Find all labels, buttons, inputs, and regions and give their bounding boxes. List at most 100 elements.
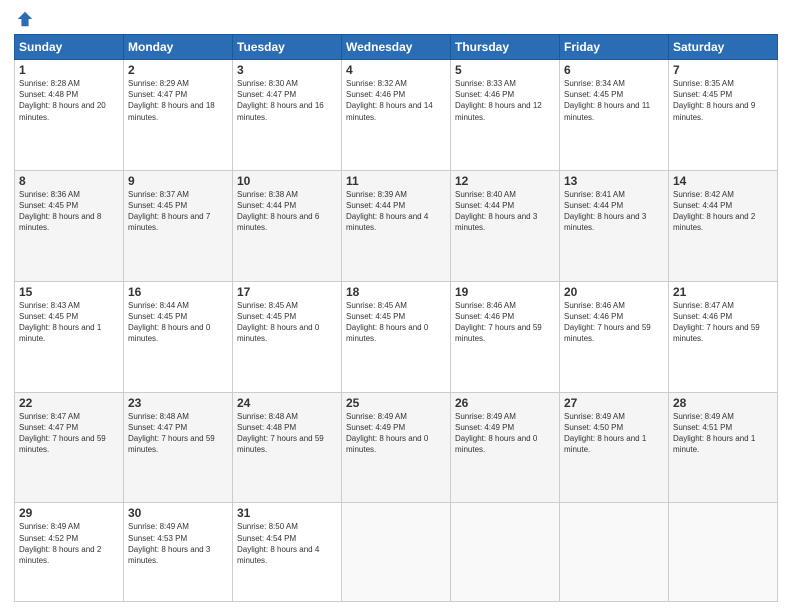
day-info: Sunrise: 8:29 AMSunset: 4:47 PMDaylight:… (128, 79, 215, 122)
calendar-cell: 6 Sunrise: 8:34 AMSunset: 4:45 PMDayligh… (560, 60, 669, 171)
day-number: 21 (673, 285, 773, 299)
day-info: Sunrise: 8:45 AMSunset: 4:45 PMDaylight:… (346, 301, 428, 344)
day-info: Sunrise: 8:39 AMSunset: 4:44 PMDaylight:… (346, 190, 428, 233)
day-number: 20 (564, 285, 664, 299)
col-saturday: Saturday (669, 35, 778, 60)
col-friday: Friday (560, 35, 669, 60)
day-info: Sunrise: 8:49 AMSunset: 4:52 PMDaylight:… (19, 522, 101, 565)
calendar-week-4: 22 Sunrise: 8:47 AMSunset: 4:47 PMDaylig… (15, 392, 778, 503)
day-info: Sunrise: 8:42 AMSunset: 4:44 PMDaylight:… (673, 190, 755, 233)
day-info: Sunrise: 8:47 AMSunset: 4:46 PMDaylight:… (673, 301, 760, 344)
calendar-cell: 10 Sunrise: 8:38 AMSunset: 4:44 PMDaylig… (233, 170, 342, 281)
day-info: Sunrise: 8:44 AMSunset: 4:45 PMDaylight:… (128, 301, 210, 344)
calendar-table: Sunday Monday Tuesday Wednesday Thursday… (14, 34, 778, 602)
calendar-cell: 28 Sunrise: 8:49 AMSunset: 4:51 PMDaylig… (669, 392, 778, 503)
day-number: 10 (237, 174, 337, 188)
day-number: 1 (19, 63, 119, 77)
day-number: 13 (564, 174, 664, 188)
calendar-cell: 27 Sunrise: 8:49 AMSunset: 4:50 PMDaylig… (560, 392, 669, 503)
calendar-week-5: 29 Sunrise: 8:49 AMSunset: 4:52 PMDaylig… (15, 503, 778, 602)
day-number: 31 (237, 506, 337, 520)
calendar-cell: 3 Sunrise: 8:30 AMSunset: 4:47 PMDayligh… (233, 60, 342, 171)
day-number: 15 (19, 285, 119, 299)
calendar-cell: 1 Sunrise: 8:28 AMSunset: 4:48 PMDayligh… (15, 60, 124, 171)
calendar-cell (669, 503, 778, 602)
day-info: Sunrise: 8:49 AMSunset: 4:50 PMDaylight:… (564, 412, 646, 455)
col-monday: Monday (124, 35, 233, 60)
col-thursday: Thursday (451, 35, 560, 60)
day-info: Sunrise: 8:49 AMSunset: 4:51 PMDaylight:… (673, 412, 755, 455)
day-info: Sunrise: 8:43 AMSunset: 4:45 PMDaylight:… (19, 301, 101, 344)
calendar-page: Sunday Monday Tuesday Wednesday Thursday… (0, 0, 792, 612)
calendar-cell: 14 Sunrise: 8:42 AMSunset: 4:44 PMDaylig… (669, 170, 778, 281)
calendar-cell: 2 Sunrise: 8:29 AMSunset: 4:47 PMDayligh… (124, 60, 233, 171)
day-info: Sunrise: 8:41 AMSunset: 4:44 PMDaylight:… (564, 190, 646, 233)
day-number: 28 (673, 396, 773, 410)
day-number: 16 (128, 285, 228, 299)
day-number: 19 (455, 285, 555, 299)
day-number: 30 (128, 506, 228, 520)
header-row: Sunday Monday Tuesday Wednesday Thursday… (15, 35, 778, 60)
calendar-cell: 21 Sunrise: 8:47 AMSunset: 4:46 PMDaylig… (669, 281, 778, 392)
day-number: 27 (564, 396, 664, 410)
calendar-cell: 12 Sunrise: 8:40 AMSunset: 4:44 PMDaylig… (451, 170, 560, 281)
day-info: Sunrise: 8:35 AMSunset: 4:45 PMDaylight:… (673, 79, 755, 122)
day-info: Sunrise: 8:40 AMSunset: 4:44 PMDaylight:… (455, 190, 537, 233)
day-number: 2 (128, 63, 228, 77)
calendar-cell: 23 Sunrise: 8:48 AMSunset: 4:47 PMDaylig… (124, 392, 233, 503)
day-number: 23 (128, 396, 228, 410)
day-number: 17 (237, 285, 337, 299)
day-info: Sunrise: 8:30 AMSunset: 4:47 PMDaylight:… (237, 79, 324, 122)
calendar-cell: 13 Sunrise: 8:41 AMSunset: 4:44 PMDaylig… (560, 170, 669, 281)
calendar-cell: 16 Sunrise: 8:44 AMSunset: 4:45 PMDaylig… (124, 281, 233, 392)
calendar-cell: 11 Sunrise: 8:39 AMSunset: 4:44 PMDaylig… (342, 170, 451, 281)
day-info: Sunrise: 8:34 AMSunset: 4:45 PMDaylight:… (564, 79, 650, 122)
day-info: Sunrise: 8:47 AMSunset: 4:47 PMDaylight:… (19, 412, 106, 455)
day-number: 26 (455, 396, 555, 410)
day-info: Sunrise: 8:49 AMSunset: 4:53 PMDaylight:… (128, 522, 210, 565)
day-number: 29 (19, 506, 119, 520)
calendar-week-2: 8 Sunrise: 8:36 AMSunset: 4:45 PMDayligh… (15, 170, 778, 281)
calendar-cell: 24 Sunrise: 8:48 AMSunset: 4:48 PMDaylig… (233, 392, 342, 503)
calendar-week-1: 1 Sunrise: 8:28 AMSunset: 4:48 PMDayligh… (15, 60, 778, 171)
calendar-cell: 4 Sunrise: 8:32 AMSunset: 4:46 PMDayligh… (342, 60, 451, 171)
day-number: 25 (346, 396, 446, 410)
calendar-cell: 20 Sunrise: 8:46 AMSunset: 4:46 PMDaylig… (560, 281, 669, 392)
calendar-cell: 31 Sunrise: 8:50 AMSunset: 4:54 PMDaylig… (233, 503, 342, 602)
day-info: Sunrise: 8:46 AMSunset: 4:46 PMDaylight:… (455, 301, 542, 344)
calendar-cell: 5 Sunrise: 8:33 AMSunset: 4:46 PMDayligh… (451, 60, 560, 171)
day-info: Sunrise: 8:37 AMSunset: 4:45 PMDaylight:… (128, 190, 210, 233)
calendar-cell: 15 Sunrise: 8:43 AMSunset: 4:45 PMDaylig… (15, 281, 124, 392)
col-tuesday: Tuesday (233, 35, 342, 60)
calendar-cell: 25 Sunrise: 8:49 AMSunset: 4:49 PMDaylig… (342, 392, 451, 503)
day-info: Sunrise: 8:45 AMSunset: 4:45 PMDaylight:… (237, 301, 319, 344)
calendar-cell (451, 503, 560, 602)
day-info: Sunrise: 8:48 AMSunset: 4:48 PMDaylight:… (237, 412, 324, 455)
day-info: Sunrise: 8:48 AMSunset: 4:47 PMDaylight:… (128, 412, 215, 455)
day-info: Sunrise: 8:32 AMSunset: 4:46 PMDaylight:… (346, 79, 433, 122)
header (14, 10, 778, 28)
calendar-cell: 8 Sunrise: 8:36 AMSunset: 4:45 PMDayligh… (15, 170, 124, 281)
day-number: 4 (346, 63, 446, 77)
calendar-cell: 30 Sunrise: 8:49 AMSunset: 4:53 PMDaylig… (124, 503, 233, 602)
day-number: 7 (673, 63, 773, 77)
calendar-cell: 22 Sunrise: 8:47 AMSunset: 4:47 PMDaylig… (15, 392, 124, 503)
day-info: Sunrise: 8:33 AMSunset: 4:46 PMDaylight:… (455, 79, 542, 122)
day-info: Sunrise: 8:38 AMSunset: 4:44 PMDaylight:… (237, 190, 319, 233)
day-info: Sunrise: 8:49 AMSunset: 4:49 PMDaylight:… (346, 412, 428, 455)
day-number: 12 (455, 174, 555, 188)
calendar-cell: 19 Sunrise: 8:46 AMSunset: 4:46 PMDaylig… (451, 281, 560, 392)
day-number: 22 (19, 396, 119, 410)
col-sunday: Sunday (15, 35, 124, 60)
day-number: 18 (346, 285, 446, 299)
day-number: 24 (237, 396, 337, 410)
calendar-cell: 18 Sunrise: 8:45 AMSunset: 4:45 PMDaylig… (342, 281, 451, 392)
day-number: 11 (346, 174, 446, 188)
day-info: Sunrise: 8:28 AMSunset: 4:48 PMDaylight:… (19, 79, 106, 122)
day-info: Sunrise: 8:49 AMSunset: 4:49 PMDaylight:… (455, 412, 537, 455)
day-info: Sunrise: 8:36 AMSunset: 4:45 PMDaylight:… (19, 190, 101, 233)
day-number: 5 (455, 63, 555, 77)
day-number: 6 (564, 63, 664, 77)
calendar-week-3: 15 Sunrise: 8:43 AMSunset: 4:45 PMDaylig… (15, 281, 778, 392)
calendar-cell: 17 Sunrise: 8:45 AMSunset: 4:45 PMDaylig… (233, 281, 342, 392)
